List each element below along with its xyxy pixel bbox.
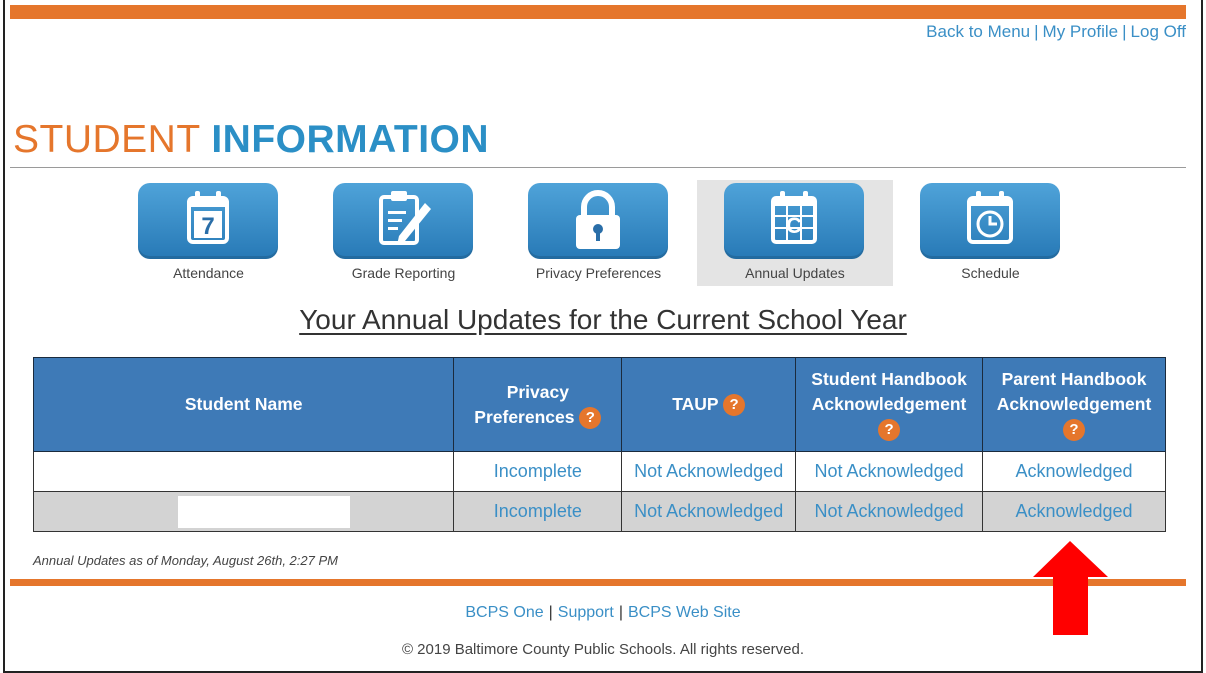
nav-attendance-label: Attendance [173,265,244,281]
header-privacy-label-1: Privacy [506,381,569,402]
footer-separator: | [548,604,553,621]
log-off-link[interactable]: Log Off [1131,22,1186,41]
table-row: Incomplete Not Acknowledged Not Acknowle… [32,491,1166,532]
bcps-one-link[interactable]: BCPS One [465,604,543,621]
parent-handbook-status-link[interactable]: Acknowledged [982,451,1166,492]
page-frame [3,0,1203,673]
as-of-timestamp: Annual Updates as of Monday, August 26th… [33,553,338,568]
top-orange-bar [10,5,1186,19]
nav-grade-reporting-label: Grade Reporting [351,265,456,281]
calendar-c-icon: C [771,191,817,244]
bcps-web-site-link[interactable]: BCPS Web Site [628,604,741,621]
section-nav: 7 Attendance Grade Reporting Privacy Pre… [0,180,1206,288]
table-header-row: Student Name Privacy Preferences ? TAUP … [32,357,1166,452]
student-name-cell [32,451,455,492]
nav-annual-updates[interactable]: C Annual Updates [697,180,893,286]
nav-schedule-button[interactable] [920,183,1060,259]
header-taup: TAUP ? [621,357,797,452]
header-student-name: Student Name [32,357,455,452]
header-privacy-preferences: Privacy Preferences ? [453,357,623,452]
nav-annual-updates-button[interactable]: C [724,183,864,259]
help-icon[interactable]: ? [878,419,901,442]
header-links: Back to Menu | My Profile | Log Off [926,22,1186,42]
annual-updates-table: Student Name Privacy Preferences ? TAUP … [32,357,1166,532]
taup-status-link[interactable]: Not Acknowledged [621,491,797,532]
nav-privacy-preferences-button[interactable] [528,183,668,259]
back-to-menu-link[interactable]: Back to Menu [926,22,1030,41]
footer-separator: | [618,604,623,621]
header-student-handbook: Student Handbook Acknowledgement ? [795,357,984,452]
bottom-orange-bar [10,579,1186,586]
calendar-7-digit: 7 [201,213,214,240]
header-parent-handbook-label-2: Acknowledgement [996,394,1152,414]
help-icon[interactable]: ? [579,406,602,429]
title-divider [10,167,1186,168]
calendar-clock-icon [967,191,1013,244]
redacted-name [177,495,350,528]
header-taup-label: TAUP [672,394,719,414]
privacy-status-link[interactable]: Incomplete [453,491,623,532]
help-icon[interactable]: ? [1063,419,1085,442]
nav-privacy-preferences[interactable]: Privacy Preferences [526,180,671,286]
nav-schedule[interactable]: Schedule [918,180,1063,286]
footer-links: BCPS One | Support | BCPS Web Site [0,604,1206,622]
page-title-part2: INFORMATION [211,118,490,161]
calendar-7-icon: 7 [187,191,229,244]
nav-grade-reporting-button[interactable] [333,183,473,259]
calendar-c-letter: C [786,213,802,238]
padlock-icon [576,190,620,249]
student-handbook-status-link[interactable]: Not Acknowledged [795,491,984,532]
header-privacy-label-2: Preferences [474,406,575,427]
my-profile-link[interactable]: My Profile [1043,22,1119,41]
header-parent-handbook-label-1: Parent Handbook [1001,369,1147,389]
header-parent-handbook: Parent Handbook Acknowledgement ? [982,357,1166,452]
red-arrow-annotation-icon [1033,541,1108,635]
support-link[interactable]: Support [558,604,614,621]
privacy-status-link[interactable]: Incomplete [453,451,623,492]
page-title: STUDENT INFORMATION [13,118,489,162]
student-handbook-status-link[interactable]: Not Acknowledged [795,451,984,492]
table-row: Incomplete Not Acknowledged Not Acknowle… [32,451,1166,492]
nav-privacy-preferences-label: Privacy Preferences [535,265,662,281]
taup-status-link[interactable]: Not Acknowledged [621,451,797,492]
link-separator: | [1122,22,1127,41]
header-student-handbook-label-1: Student Handbook [811,369,967,389]
copyright: © 2019 Baltimore County Public Schools. … [401,641,805,658]
clipboard-pencil-icon [379,191,431,245]
header-student-name-label: Student Name [184,394,303,414]
nav-annual-updates-label: Annual Updates [745,265,845,281]
nav-grade-reporting[interactable]: Grade Reporting [331,180,476,286]
link-separator: | [1034,22,1039,41]
page-title-part1: STUDENT [13,118,200,161]
student-name-cell [32,491,455,532]
nav-attendance[interactable]: 7 Attendance [136,180,281,286]
help-icon[interactable]: ? [723,394,746,417]
parent-handbook-status-link[interactable]: Acknowledged [982,491,1166,532]
header-student-handbook-label-2: Acknowledgement [811,394,967,414]
nav-attendance-button[interactable]: 7 [138,183,278,259]
section-heading: Your Annual Updates for the Current Scho… [299,304,907,335]
nav-schedule-label: Schedule [961,265,1020,281]
